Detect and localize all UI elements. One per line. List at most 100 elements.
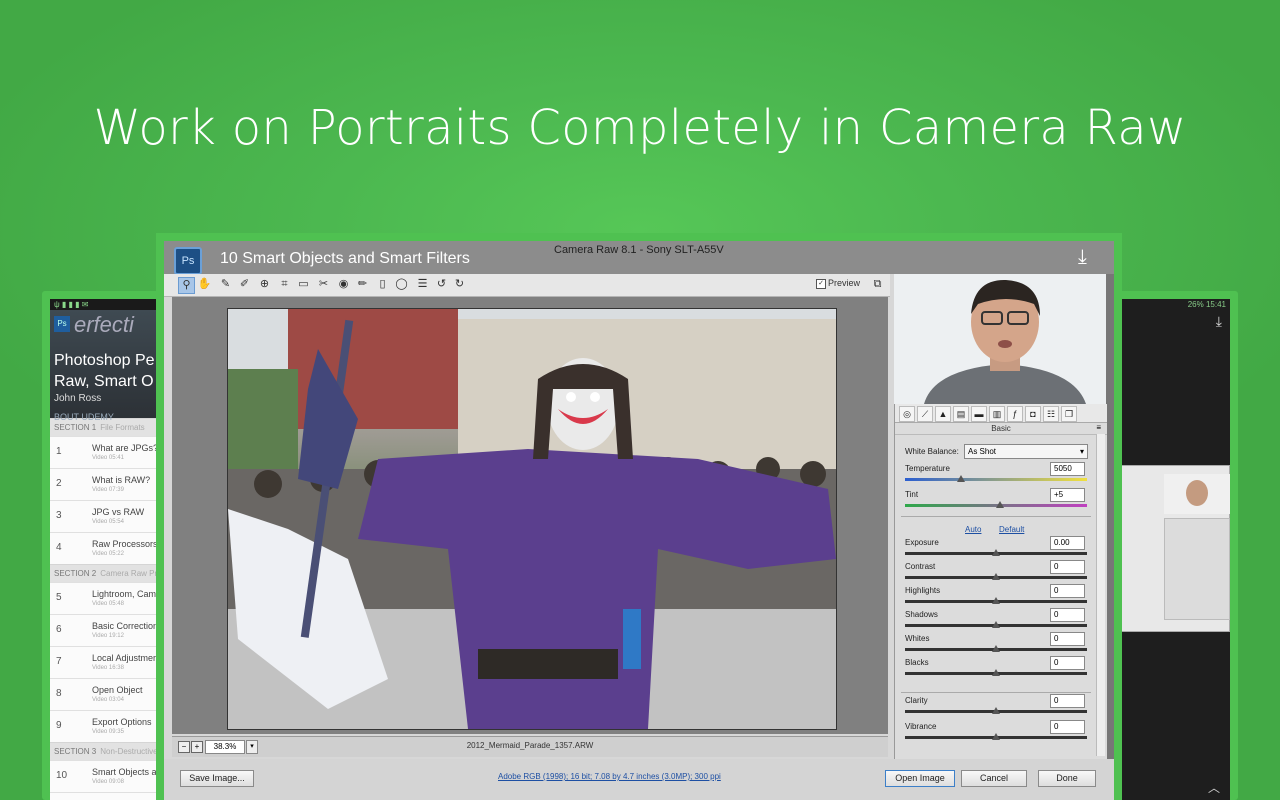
- slider-handle[interactable]: [992, 669, 1000, 676]
- detail-tab-icon[interactable]: ▲: [935, 406, 951, 422]
- slider-value-field[interactable]: 0: [1050, 694, 1085, 708]
- list-item[interactable]: 11Dual Smart ObjeVideo 10:18: [50, 792, 170, 800]
- slider-value-field[interactable]: 0.00: [1050, 536, 1085, 550]
- list-item[interactable]: 6 Basic Correction Video 19:12: [50, 614, 170, 646]
- basic-tab-icon[interactable]: ◎: [899, 406, 915, 422]
- hand-tool-icon[interactable]: ✋: [197, 277, 212, 292]
- lecture-title: Smart Objects a: [92, 767, 157, 777]
- slider-value-field[interactable]: 0: [1050, 656, 1085, 670]
- slider-handle[interactable]: [992, 707, 1000, 714]
- white-balance-tool-icon[interactable]: ✎: [218, 277, 233, 292]
- list-item[interactable]: 10 Smart Objects a Video 09:08: [50, 760, 170, 792]
- spot-removal-icon[interactable]: ✂: [316, 277, 331, 292]
- red-eye-icon[interactable]: ◉: [336, 277, 351, 292]
- list-item[interactable]: 2 What is RAW? Video 07:39: [50, 468, 170, 500]
- slider-track[interactable]: [905, 478, 1087, 481]
- lecture-list: SECTION 1 File Formats 1 What are JPGs? Vide…: [50, 418, 170, 800]
- workflow-options-link[interactable]: Adobe RGB (1998); 16 bit; 7.08 by 4.7 in…: [498, 772, 721, 781]
- rotate-left-icon[interactable]: ↺: [434, 277, 449, 292]
- camera-calibration-tab-icon[interactable]: ◘: [1025, 406, 1041, 422]
- tone-curve-tab-icon[interactable]: ⟋: [917, 406, 933, 422]
- list-item[interactable]: 9 Export Options Video 09:35: [50, 710, 170, 742]
- slider-handle[interactable]: [957, 475, 966, 482]
- lecture-duration: Video 05:22: [92, 551, 124, 557]
- lecture-title: Open Object: [92, 685, 143, 695]
- slider-handle[interactable]: [992, 733, 1000, 740]
- instructor-webcam: [894, 274, 1106, 404]
- list-item[interactable]: 4 Raw Processors Video 05:22: [50, 532, 170, 564]
- download-icon-right[interactable]: ⤓: [1216, 313, 1222, 330]
- window-edge: [1106, 274, 1114, 759]
- lecture-number: 9: [56, 720, 62, 731]
- lens-tab-icon[interactable]: ▥: [989, 406, 1005, 422]
- list-item[interactable]: 8 Open Object Video 03:04: [50, 678, 170, 710]
- slider-value-field[interactable]: +5: [1050, 488, 1085, 502]
- section-header: SECTION 2 Camera Raw Pro: [50, 564, 170, 582]
- section-header: SECTION 3 Non-Destructive: [50, 742, 170, 760]
- list-item[interactable]: 1 What are JPGs? Video 05:41: [50, 436, 170, 468]
- color-sampler-icon[interactable]: ✐: [237, 277, 252, 292]
- default-link[interactable]: Default: [999, 525, 1024, 534]
- slider-value-field[interactable]: 5050: [1050, 462, 1085, 476]
- right-phone-screen: 26% 15:41 ⤓ ︿: [1117, 299, 1230, 800]
- slider-handle[interactable]: [995, 501, 1004, 508]
- lecture-number: 7: [56, 656, 62, 667]
- mini-screenshot: [1121, 465, 1230, 632]
- presets-tab-icon[interactable]: ☷: [1043, 406, 1059, 422]
- crop-tool-icon[interactable]: ⌗: [277, 277, 292, 292]
- slider-handle[interactable]: [992, 645, 1000, 652]
- list-item[interactable]: 5 Lightroom, Cam Video 05:48: [50, 582, 170, 614]
- slider-value-field[interactable]: 0: [1050, 720, 1085, 734]
- download-icon[interactable]: ⤓: [1078, 246, 1087, 269]
- course-title-line2: Raw, Smart O: [54, 373, 154, 390]
- slider-handle[interactable]: [992, 621, 1000, 628]
- open-image-button[interactable]: Open Image: [885, 770, 955, 787]
- auto-link[interactable]: Auto: [965, 525, 981, 534]
- adjustment-brush-icon[interactable]: ✏: [355, 277, 370, 292]
- split-toning-tab-icon[interactable]: ▬: [971, 406, 987, 422]
- lecture-duration: Video 05:48: [92, 601, 124, 607]
- lecture-number: 4: [56, 542, 62, 553]
- slider-value-field[interactable]: 0: [1050, 608, 1085, 622]
- section-label: SECTION 2: [54, 569, 97, 578]
- straighten-tool-icon[interactable]: ▭: [296, 277, 311, 292]
- lecture-title: Raw Processors: [92, 539, 158, 549]
- save-image-button[interactable]: Save Image...: [180, 770, 254, 787]
- white-balance-select[interactable]: As Shot ▾: [964, 444, 1088, 459]
- file-name: 2012_Mermaid_Parade_1357.ARW: [466, 741, 594, 750]
- cancel-button[interactable]: Cancel: [961, 770, 1027, 787]
- snapshots-tab-icon[interactable]: ❐: [1061, 406, 1077, 422]
- targeted-adjustment-icon[interactable]: ⊕: [257, 277, 272, 292]
- panel-menu-icon[interactable]: ≡: [1096, 423, 1101, 432]
- fullscreen-icon[interactable]: ⧉: [870, 277, 885, 292]
- rotate-right-icon[interactable]: ↻: [452, 277, 467, 292]
- list-item[interactable]: 7 Local Adjustmer Video 16:38: [50, 646, 170, 678]
- slider-handle[interactable]: [992, 597, 1000, 604]
- photoshop-icon: Ps: [174, 247, 202, 275]
- lecture-number: 10: [56, 770, 68, 781]
- done-button[interactable]: Done: [1038, 770, 1096, 787]
- lecture-duration: Video 19:12: [92, 633, 124, 639]
- image-canvas: [172, 297, 888, 734]
- slider-value-field[interactable]: 0: [1050, 632, 1085, 646]
- panel-scrollbar[interactable]: [1096, 434, 1105, 756]
- list-item[interactable]: 3 JPG vs RAW Video 05:54: [50, 500, 170, 532]
- status-bar: ψ ▮ ▮ ▮ ✉: [50, 299, 170, 310]
- preferences-icon[interactable]: ☰: [415, 277, 430, 292]
- slider-whites: Whites 0: [905, 632, 1091, 658]
- adjustment-panel: ◎ ⟋ ▲ ▤ ▬ ▥ ƒ ◘ ☷ ❐ Basic ≡ White Balanc…: [894, 404, 1107, 759]
- fx-tab-icon[interactable]: ƒ: [1007, 406, 1023, 422]
- radial-filter-icon[interactable]: ◯: [394, 277, 409, 292]
- slider-handle[interactable]: [992, 573, 1000, 580]
- zoom-tool-icon[interactable]: ⚲: [178, 277, 195, 294]
- slider-label: Blacks: [905, 658, 929, 667]
- chevron-up-icon[interactable]: ︿: [1208, 779, 1220, 796]
- main-screenshot-frame: Ps 10 Smart Objects and Smart Filters Ca…: [156, 233, 1122, 800]
- slider-handle[interactable]: [992, 549, 1000, 556]
- slider-value-field[interactable]: 0: [1050, 560, 1085, 574]
- preview-checkbox[interactable]: ✓ Preview: [816, 278, 860, 289]
- camera-raw-title: Camera Raw 8.1 - Sony SLT-A55V: [554, 244, 724, 256]
- graduated-filter-icon[interactable]: ▯: [375, 277, 390, 292]
- hsl-tab-icon[interactable]: ▤: [953, 406, 969, 422]
- slider-value-field[interactable]: 0: [1050, 584, 1085, 598]
